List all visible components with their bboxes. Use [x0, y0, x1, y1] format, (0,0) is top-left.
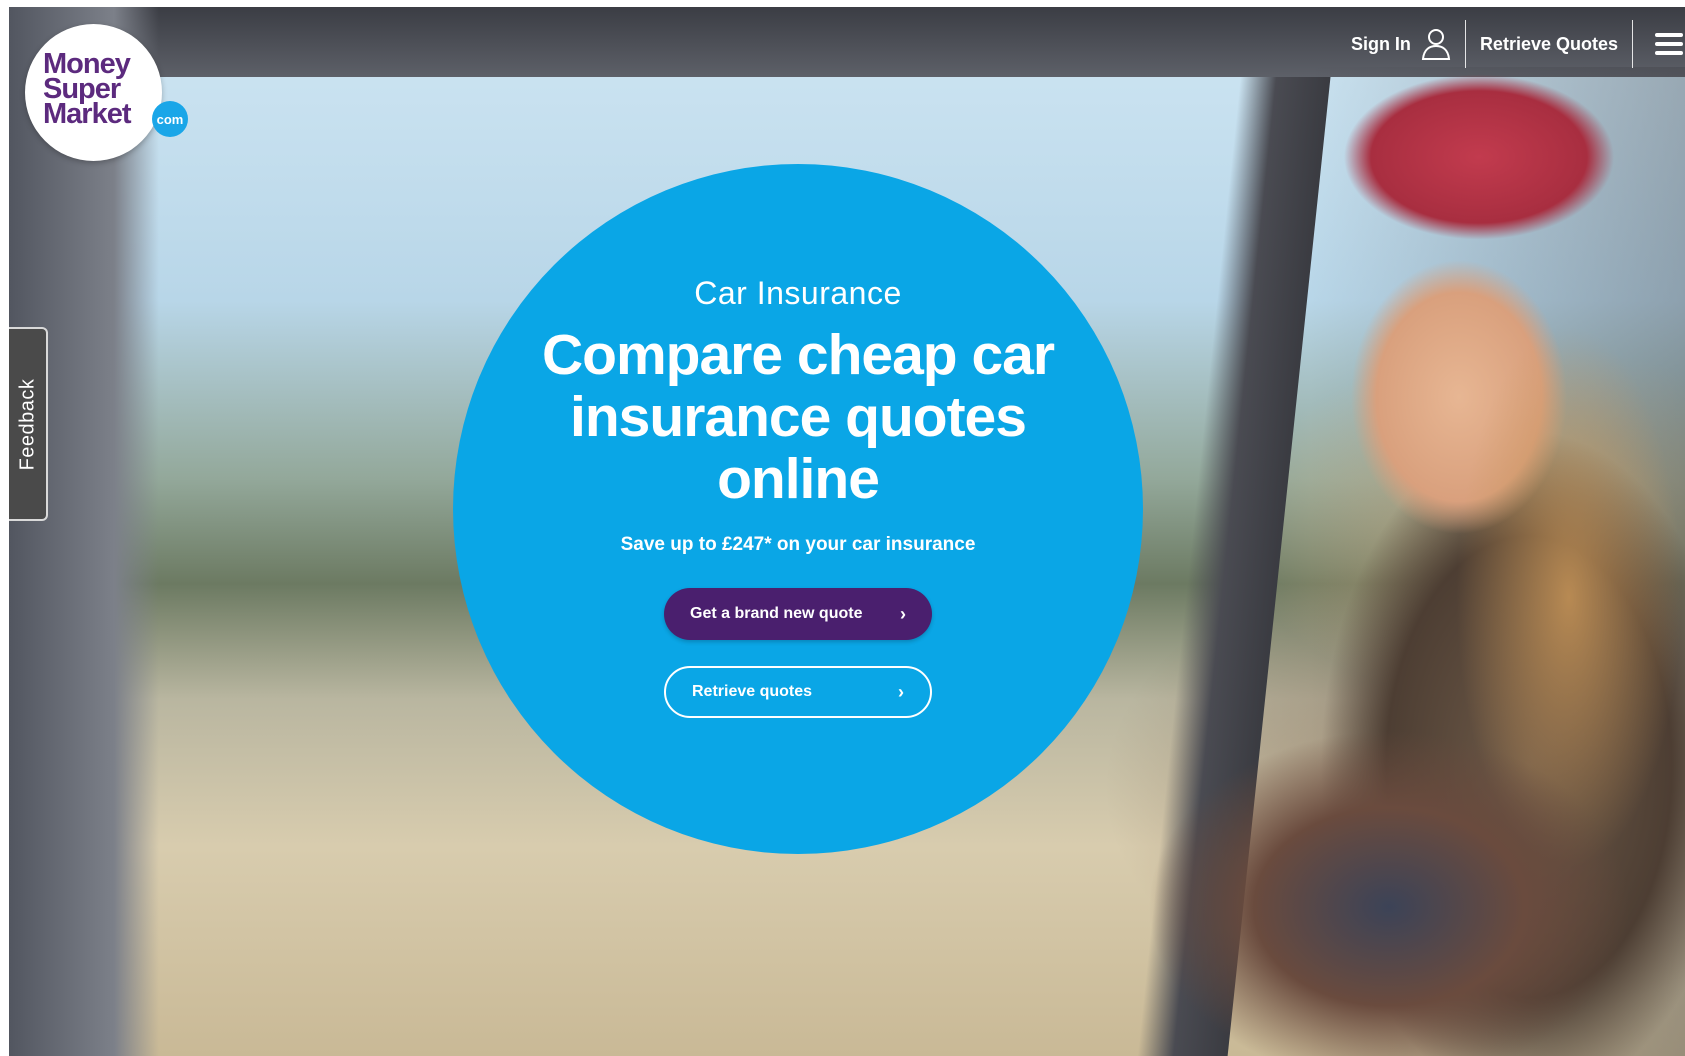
- feedback-tab[interactable]: Feedback: [9, 327, 48, 521]
- top-navigation: Sign In Retrieve Quotes: [1337, 20, 1685, 68]
- sign-in-label: Sign In: [1350, 33, 1411, 54]
- site-logo[interactable]: Money Super Market: [25, 24, 162, 161]
- hero-circle: Car Insurance Compare cheap car insuranc…: [453, 164, 1143, 854]
- hamburger-menu-icon: [1655, 33, 1683, 55]
- hero-eyebrow: Car Insurance: [694, 275, 902, 311]
- sign-in-link[interactable]: Sign In: [1337, 20, 1465, 68]
- chevron-right-icon: ›: [898, 681, 904, 702]
- page-title: Compare cheap car insurance quotes onlin…: [541, 323, 1055, 511]
- get-new-quote-label: Get a brand new quote: [690, 605, 863, 622]
- logo-line-3: Market: [43, 98, 131, 130]
- hero-subtitle: Save up to £247* on your car insurance: [620, 534, 976, 555]
- van-left-frame: [9, 7, 159, 1056]
- retrieve-quotes-button[interactable]: Retrieve quotes ›: [664, 666, 932, 718]
- menu-button[interactable]: [1633, 20, 1685, 68]
- retrieve-quotes-link[interactable]: Retrieve Quotes: [1466, 20, 1632, 68]
- logo-com-badge: com: [152, 101, 188, 137]
- logo-wordmark: Money Super Market: [43, 50, 131, 130]
- chevron-right-icon: ›: [900, 603, 906, 624]
- retrieve-quotes-button-label: Retrieve quotes: [692, 683, 813, 700]
- retrieve-quotes-label: Retrieve Quotes: [1479, 33, 1618, 54]
- get-new-quote-button[interactable]: Get a brand new quote ›: [664, 588, 932, 640]
- user-icon: [1421, 29, 1451, 60]
- woman-sweater: [1129, 707, 1685, 1056]
- feedback-label: Feedback: [16, 378, 38, 470]
